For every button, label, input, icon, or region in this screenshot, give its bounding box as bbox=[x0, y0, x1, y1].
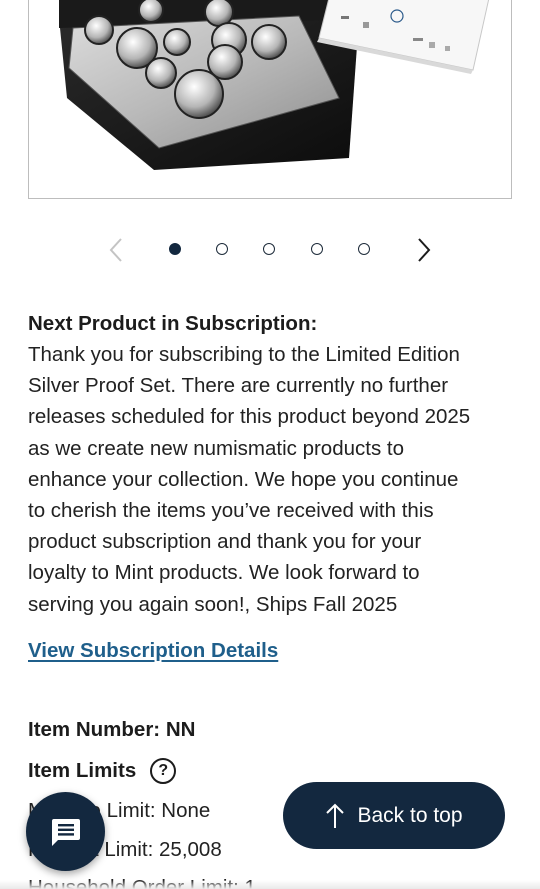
subscription-line: to cherish the items you’ve received wit… bbox=[28, 499, 434, 523]
subscription-line: as we create new numismatic products to bbox=[28, 436, 404, 460]
subscription-line: serving you again soon!, Ships Fall 2025 bbox=[28, 592, 398, 616]
subscription-line: Silver Proof Set. There are currently no… bbox=[28, 374, 449, 398]
item-limits-heading: Item Limits ? bbox=[28, 758, 177, 784]
help-icon[interactable]: ? bbox=[150, 758, 177, 784]
subscription-heading: Next Product in Subscription: bbox=[28, 312, 318, 335]
carousel-dot-5[interactable] bbox=[358, 243, 370, 255]
subscription-line: enhance your collection. We hope you con… bbox=[28, 467, 459, 491]
arrow-up-icon bbox=[325, 803, 345, 829]
item-limits-label: Item Limits bbox=[28, 759, 137, 782]
item-number: Item Number: NN bbox=[28, 718, 196, 741]
bottom-edge bbox=[0, 880, 540, 889]
carousel-dot-1[interactable] bbox=[169, 243, 181, 255]
chevron-right-icon[interactable] bbox=[412, 236, 436, 264]
product-page: Next Product in Subscription: Thank you … bbox=[0, 0, 540, 889]
carousel-dot-2[interactable] bbox=[216, 243, 228, 255]
subscription-body: Thank you for subscribing to the Limited… bbox=[28, 339, 518, 620]
chat-bubble-icon bbox=[51, 818, 80, 846]
chat-button[interactable] bbox=[26, 792, 105, 871]
proof-set-illustration bbox=[59, 0, 490, 170]
subscription-line: product subscription and thank you for y… bbox=[28, 530, 422, 554]
carousel-dot-4[interactable] bbox=[311, 243, 323, 255]
back-to-top-button[interactable]: Back to top bbox=[283, 782, 505, 849]
carousel-dot-3[interactable] bbox=[263, 243, 275, 255]
subscription-line: loyalty to Mint products. We look forwar… bbox=[28, 561, 420, 585]
view-subscription-details-link[interactable]: View Subscription Details bbox=[28, 639, 278, 663]
subscription-line: releases scheduled for this product beyo… bbox=[28, 405, 471, 429]
subscription-line: Thank you for subscribing to the Limited… bbox=[28, 343, 460, 366]
chevron-left-icon[interactable] bbox=[105, 236, 129, 264]
back-to-top-label: Back to top bbox=[357, 803, 463, 827]
product-image[interactable] bbox=[28, 0, 512, 199]
image-carousel-controls bbox=[0, 230, 540, 270]
subscription-info: Next Product in Subscription: Thank you … bbox=[28, 308, 518, 620]
